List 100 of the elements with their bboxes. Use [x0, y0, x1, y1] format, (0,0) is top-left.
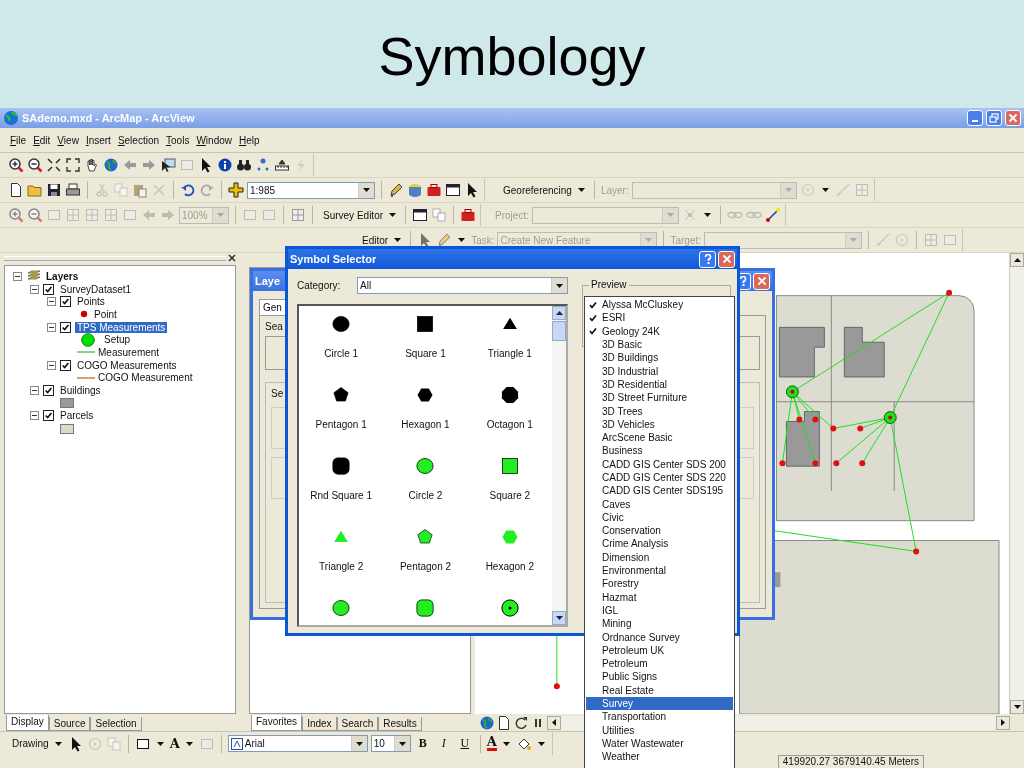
- connect-points-icon[interactable]: [764, 207, 781, 223]
- dots-icon[interactable]: [255, 157, 271, 173]
- arrow-right-icon[interactable]: [1001, 719, 1005, 726]
- dropdown-arrow-icon[interactable]: [556, 283, 563, 288]
- magnifier-plus-icon[interactable]: [8, 157, 24, 173]
- caret-icon[interactable]: [703, 213, 711, 217]
- pencil-icon[interactable]: [436, 232, 453, 248]
- rounded-square-symbol-icon[interactable]: [331, 456, 352, 476]
- panel-tab[interactable]: Search: [336, 717, 379, 731]
- layer-checkbox[interactable]: [60, 359, 71, 371]
- globe-icon[interactable]: [479, 714, 495, 731]
- style-list-item[interactable]: CADD GIS Center SDS195: [586, 484, 733, 498]
- style-list-item[interactable]: 3D Street Furniture: [586, 391, 733, 405]
- style-list-item[interactable]: Petroleum: [586, 657, 733, 671]
- style-list-item[interactable]: ArcScene Basic: [586, 430, 733, 445]
- style-list-item[interactable]: 3D Vehicles: [586, 417, 733, 431]
- globe-icon[interactable]: [103, 157, 119, 173]
- panel-tab[interactable]: Index: [302, 717, 337, 731]
- georeferencing-menu[interactable]: Georeferencing: [499, 184, 572, 196]
- arrow-down-icon[interactable]: [555, 616, 563, 620]
- dropdown-arrow-icon[interactable]: [398, 741, 406, 746]
- hand-icon[interactable]: [84, 157, 100, 173]
- arrows-out-icon[interactable]: [65, 157, 81, 173]
- survey-editor-menu[interactable]: Survey Editor: [319, 209, 384, 221]
- symbol-label[interactable]: Pentagon 2: [399, 561, 452, 572]
- layer-name[interactable]: SurveyDataset1: [58, 283, 134, 295]
- clipboard-icon[interactable]: [132, 182, 148, 198]
- symbol-label[interactable]: Square 1: [405, 348, 446, 359]
- target-combo[interactable]: [704, 231, 863, 249]
- scale-combo[interactable]: 1:985: [247, 181, 375, 199]
- layer-name[interactable]: TPS Measurements: [75, 321, 168, 333]
- menu-item[interactable]: File: [10, 134, 27, 146]
- style-list-item[interactable]: Conservation: [586, 524, 733, 538]
- arrows-in-icon[interactable]: [46, 157, 62, 173]
- caret-icon[interactable]: [54, 741, 62, 746]
- magnifier-minus-icon[interactable]: [27, 157, 43, 173]
- style-list-item[interactable]: Geology 24K: [586, 324, 733, 338]
- question-mark-icon[interactable]: [703, 254, 712, 264]
- binoculars-icon[interactable]: [236, 157, 252, 173]
- menu-item[interactable]: Insert: [85, 134, 111, 146]
- document-icon[interactable]: [8, 182, 24, 198]
- pentagon-symbol-icon[interactable]: [415, 527, 436, 547]
- style-list-item[interactable]: Dimension: [586, 550, 733, 564]
- style-list-item[interactable]: 3D Industrial: [586, 364, 733, 378]
- folder-icon[interactable]: [27, 182, 43, 198]
- symbol-label[interactable]: Hexagon 1: [401, 419, 450, 430]
- layer-checkbox[interactable]: [43, 283, 54, 295]
- ruler-icon[interactable]: [274, 157, 290, 173]
- style-list-item[interactable]: Transportation: [586, 710, 733, 724]
- pentagon-symbol-icon[interactable]: [331, 385, 352, 405]
- printer-icon[interactable]: [65, 182, 81, 198]
- layers-root-label[interactable]: Layers: [46, 270, 79, 282]
- caret-icon[interactable]: [185, 741, 193, 746]
- arrow-up-icon[interactable]: [1013, 258, 1021, 262]
- category-combo[interactable]: All: [357, 277, 568, 294]
- layer-checkbox[interactable]: [60, 321, 71, 333]
- cursor-frame-icon[interactable]: [160, 157, 176, 173]
- symbol-label[interactable]: Square 2: [489, 490, 531, 501]
- style-list-item[interactable]: CADD GIS Center SDS 220: [586, 470, 733, 485]
- symbol-label[interactable]: Circle 1: [324, 348, 359, 359]
- style-list-item[interactable]: Caves: [586, 497, 733, 511]
- style-list-item[interactable]: IGL: [586, 603, 733, 618]
- bold-button[interactable]: B: [413, 736, 432, 751]
- symbol-label[interactable]: Octagon 1: [486, 419, 533, 430]
- circle-symbol-icon[interactable]: [331, 314, 352, 334]
- layer-name[interactable]: Buildings: [58, 385, 103, 397]
- style-list-item[interactable]: Weather: [586, 750, 733, 764]
- style-list-item[interactable]: Petroleum UK: [586, 643, 733, 657]
- style-list-item[interactable]: 3D Trees: [586, 404, 733, 418]
- circle-symbol-icon[interactable]: [331, 598, 352, 618]
- arrow-left-icon[interactable]: [552, 719, 556, 726]
- rounded-square-symbol-icon[interactable]: [415, 598, 436, 618]
- dropdown-arrow-icon[interactable]: [355, 741, 363, 746]
- menu-item[interactable]: View: [57, 134, 79, 146]
- style-list-item[interactable]: Environmental: [586, 563, 733, 578]
- vertical-scrollbar[interactable]: [552, 306, 566, 625]
- arrow-up-icon[interactable]: [555, 311, 563, 315]
- square-symbol-icon[interactable]: [415, 314, 436, 334]
- expander-toggle[interactable]: [47, 360, 56, 370]
- close-button[interactable]: [718, 250, 735, 268]
- help-button[interactable]: [699, 250, 716, 268]
- panel-tab[interactable]: Display: [6, 715, 49, 731]
- dialog-tab[interactable]: Gen: [259, 299, 286, 315]
- style-list-item[interactable]: Real Estate: [586, 683, 733, 697]
- style-list-item[interactable]: Public Signs: [586, 670, 733, 684]
- style-list-item[interactable]: Hazmat: [586, 590, 733, 604]
- square-symbol-icon[interactable]: [499, 456, 520, 476]
- expander-toggle[interactable]: [47, 322, 56, 332]
- vertical-scrollbar[interactable]: [1009, 253, 1024, 714]
- close-icon[interactable]: [228, 254, 236, 262]
- style-list-item[interactable]: Crime Analysis: [586, 537, 733, 551]
- expander-toggle[interactable]: [30, 386, 39, 396]
- info-icon[interactable]: [217, 157, 233, 173]
- style-list-item[interactable]: ESRI: [586, 311, 733, 325]
- style-list-item[interactable]: Alyssa McCluskey: [586, 298, 733, 312]
- style-list-item[interactable]: Ordnance Survey: [586, 630, 733, 644]
- caret-icon[interactable]: [156, 741, 164, 746]
- toolbox-icon[interactable]: [460, 207, 477, 223]
- style-list-item[interactable]: Utilities: [586, 723, 733, 737]
- caret-icon[interactable]: [821, 188, 829, 192]
